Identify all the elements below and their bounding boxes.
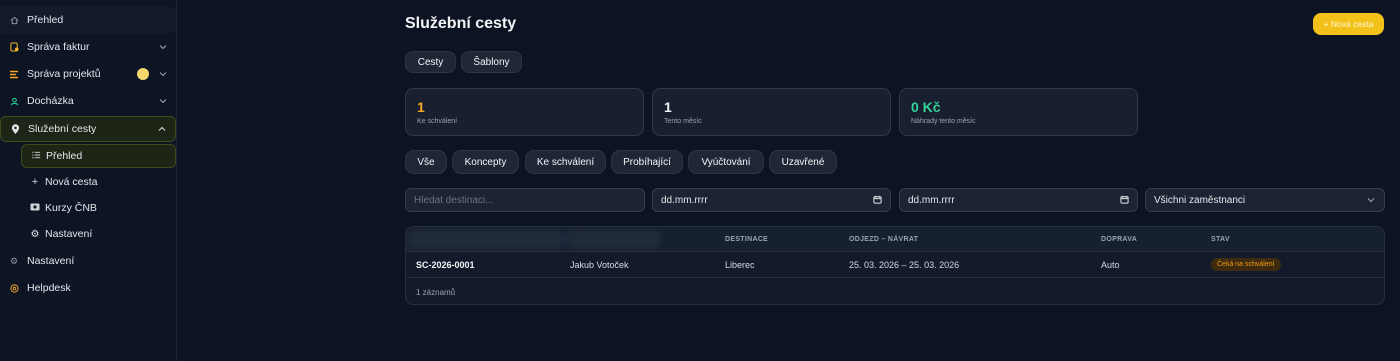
user-icon — [9, 96, 19, 106]
settings-icon: ⚙ — [9, 255, 19, 266]
notification-badge — [137, 68, 149, 80]
blurred-header — [406, 230, 566, 249]
sidebar-item-sprava-projektu[interactable]: Správa projektů — [0, 61, 176, 87]
sidebar-subitem-nastaveni[interactable]: ⚙ Nastavení — [21, 222, 176, 246]
sidebar-item-sluzebni-cesty[interactable]: Služební cesty — [0, 116, 176, 142]
trip-dates: 25. 03. 2026 – 25. 03. 2026 — [849, 260, 960, 270]
trip-employee: Jakub Votoček — [570, 260, 629, 270]
sidebar-subitem-kurzy-cnb[interactable]: Kurzy ČNB — [21, 196, 176, 220]
header-destinace[interactable]: DESTINACE — [725, 236, 768, 243]
record-count: 1 záznamů — [416, 288, 456, 297]
employee-select-value: Všichni zaměstnanci — [1154, 194, 1246, 206]
destination-search-input[interactable] — [414, 194, 644, 206]
trip-transport: Auto — [1101, 260, 1120, 270]
stat-value: 1 — [417, 99, 425, 115]
chevron-down-icon — [159, 97, 167, 106]
table-header: DESTINACE ODJEZD – NÁVRAT DOPRAVA STAV — [406, 227, 1384, 252]
tab-sablony[interactable]: Šablony — [461, 51, 522, 73]
filter-chip-koncepty[interactable]: Koncepty — [452, 150, 519, 174]
plus-icon: + — [31, 176, 39, 188]
trips-table: DESTINACE ODJEZD – NÁVRAT DOPRAVA STAV S… — [405, 226, 1385, 305]
sidebar-subitem-nova-cesta[interactable]: + Nová cesta — [21, 170, 176, 194]
date-to-field[interactable]: dd.mm.rrrr — [899, 188, 1138, 212]
stat-value: 1 — [664, 99, 672, 115]
location-pin-icon — [10, 123, 20, 134]
home-icon — [9, 15, 19, 25]
date-from-field[interactable]: dd.mm.rrrr — [652, 188, 891, 212]
calendar-icon[interactable] — [873, 195, 882, 206]
chevron-down-icon — [159, 43, 167, 52]
header-stav[interactable]: STAV — [1211, 236, 1230, 243]
projects-icon — [9, 69, 19, 79]
table-row[interactable]: SC-2026-0001 Jakub Votoček Liberec 25. 0… — [406, 252, 1384, 278]
invoice-icon — [9, 42, 19, 52]
list-icon — [31, 151, 41, 161]
sidebar: Přehled Správa faktur Správa projektů Do… — [0, 0, 177, 361]
help-icon — [9, 283, 19, 293]
trip-id: SC-2026-0001 — [416, 260, 475, 270]
filter-chip-uzavrene[interactable]: Uzavřené — [769, 150, 837, 174]
sidebar-item-helpdesk[interactable]: Helpdesk — [0, 275, 176, 301]
employee-select[interactable]: Všichni zaměstnanci — [1145, 188, 1385, 212]
stat-card-pending: 1 Ke schválení — [405, 88, 644, 136]
page-title: Služební cesty — [405, 15, 517, 32]
stat-card-this-month: 1 Tento měsíc — [652, 88, 891, 136]
gear-icon: ⚙ — [30, 228, 40, 240]
sidebar-item-prehled[interactable]: Přehled — [0, 7, 176, 33]
trip-destination: Liberec — [725, 260, 755, 270]
chevron-down-icon — [1367, 196, 1375, 205]
filter-chip-ke-schvaleni[interactable]: Ke schválení — [525, 150, 606, 174]
stat-caption: Ke schválení — [417, 118, 458, 125]
blurred-header — [566, 230, 661, 249]
new-trip-button[interactable]: + Nová cesta — [1313, 13, 1384, 35]
header-odjezd-navrat[interactable]: ODJEZD – NÁVRAT — [849, 236, 918, 243]
filter-chip-vyuctovani[interactable]: Vyúčtování — [688, 150, 764, 174]
sidebar-item-dochazka[interactable]: Docházka — [0, 88, 176, 114]
filter-chip-vse[interactable]: Vše — [405, 150, 447, 174]
stat-card-reimbursements: 0 Kč Náhrady tento měsíc — [899, 88, 1138, 136]
chevron-down-icon — [159, 70, 167, 79]
sidebar-subitem-prehled[interactable]: Přehled — [21, 144, 176, 168]
stat-caption: Náhrady tento měsíc — [911, 118, 976, 125]
destination-search-field[interactable] — [405, 188, 645, 212]
date-to-value: dd.mm.rrrr — [908, 194, 955, 206]
tab-cesty[interactable]: Cesty — [405, 51, 456, 73]
stat-caption: Tento měsíc — [664, 118, 702, 125]
date-from-value: dd.mm.rrrr — [661, 194, 708, 206]
status-badge: Čeká na schválení — [1211, 258, 1281, 271]
chevron-up-icon — [158, 125, 166, 134]
calendar-icon[interactable] — [1120, 195, 1129, 206]
sidebar-item-nastaveni[interactable]: ⚙ Nastavení — [0, 248, 176, 274]
filter-chip-probihajici[interactable]: Probíhající — [611, 150, 683, 174]
stat-value: 0 Kč — [911, 99, 941, 115]
sidebar-item-sprava-faktur[interactable]: Správa faktur — [0, 34, 176, 60]
header-doprava[interactable]: DOPRAVA — [1101, 236, 1137, 243]
currency-icon — [30, 203, 40, 213]
